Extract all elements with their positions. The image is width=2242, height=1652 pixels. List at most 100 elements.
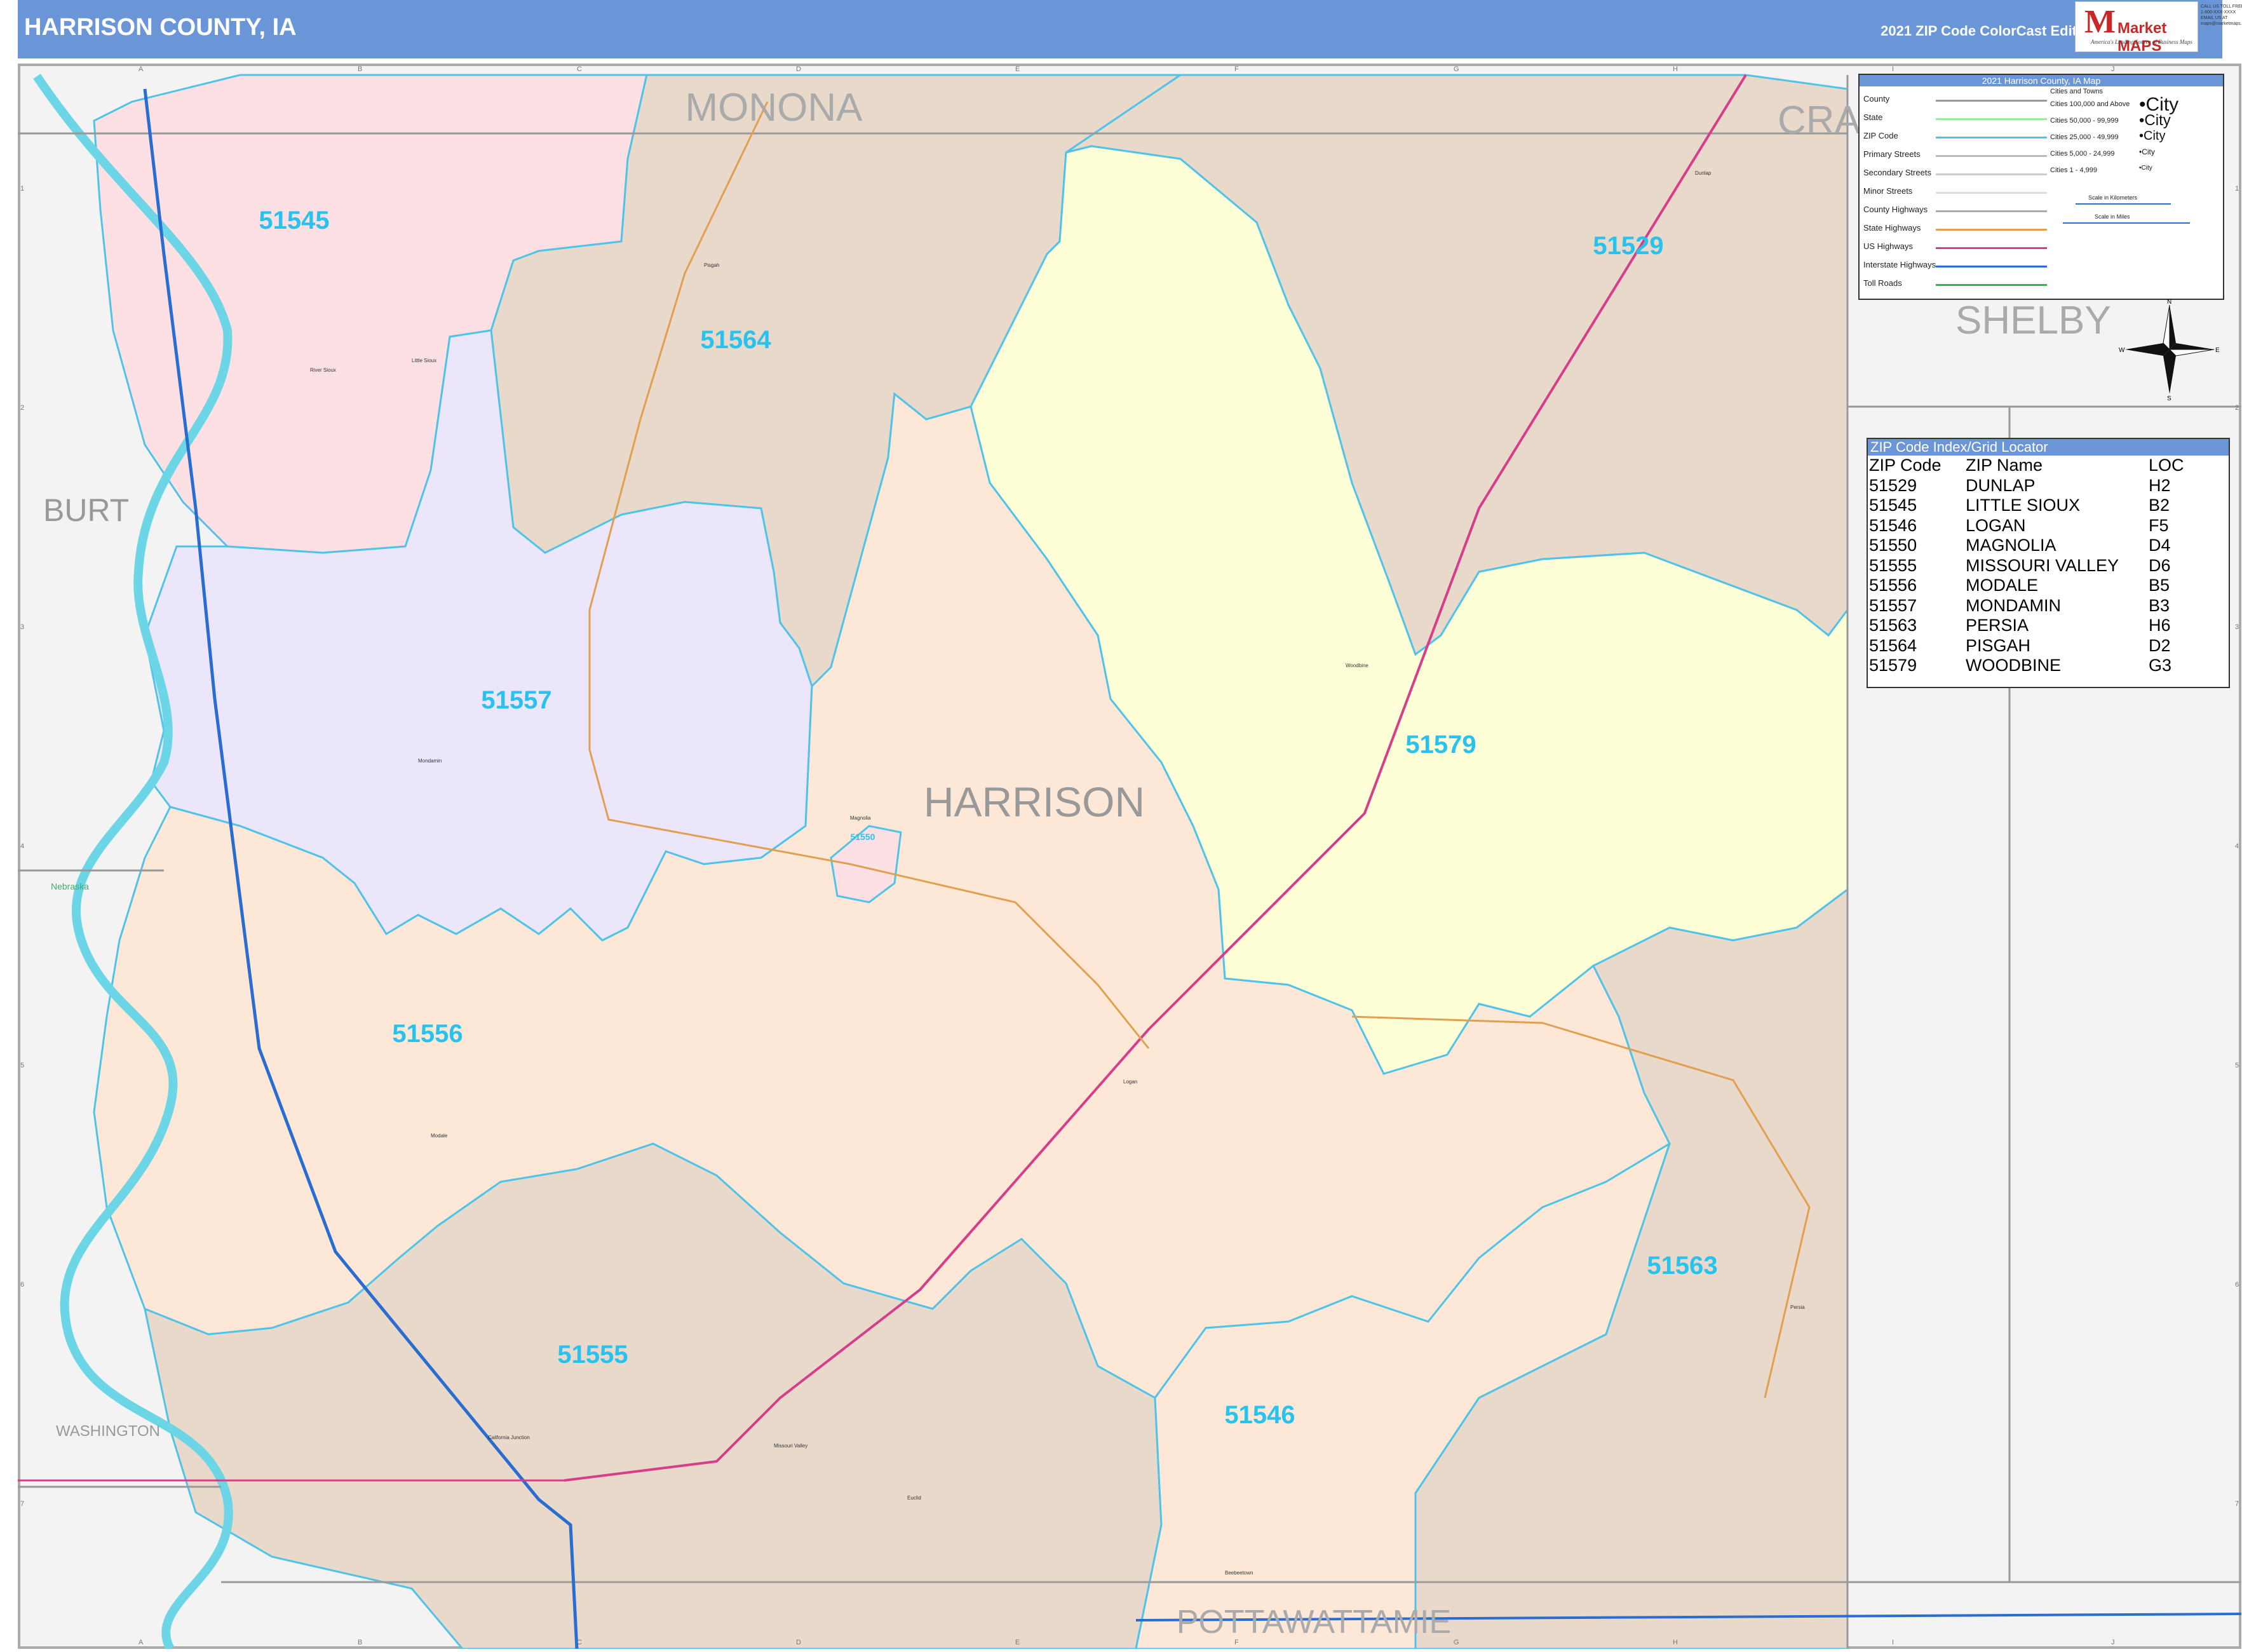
town-missouri-valley: Missouri Valley: [774, 1443, 807, 1449]
legend-city-class: Cities 1 - 4,999: [2050, 166, 2097, 174]
zip-index-loc: D4: [2149, 536, 2171, 555]
legend-item-label: Toll Roads: [1863, 278, 1902, 288]
county-map[interactable]: AABBCCDDEEFFGGHHIIJJ 1 12 23 34 45 56 67 7 MONO…: [18, 64, 2241, 1649]
legend-city-sample: •City: [2139, 164, 2152, 172]
zip-index-name: PERSIA: [1966, 616, 2029, 635]
scale-bar-mi: [2063, 222, 2190, 224]
grid-column-label: H: [1673, 65, 1678, 73]
grid-column-label: B: [358, 1639, 362, 1646]
zip-index-name: MONDAMIN: [1966, 595, 2061, 615]
county-label-pottawattamie: POTTAWATTAMIE: [1177, 1604, 1451, 1641]
legend-item-label: ZIP Code: [1863, 131, 1898, 140]
legend-item-label: County Highways: [1863, 205, 1928, 214]
zip-index-header: LOC: [2149, 456, 2184, 475]
county-label-shelby: SHELBY: [1955, 299, 2111, 342]
county-label-burt: BURT: [43, 492, 129, 528]
zip-index-title: ZIP Code Index/Grid Locator: [1868, 439, 2229, 456]
grid-row-label: 4: [20, 843, 24, 850]
grid-row-label: 5: [2235, 1062, 2239, 1069]
town-modale: Modale: [431, 1133, 448, 1139]
zip-index-loc: D2: [2149, 635, 2171, 655]
legend-item-label: Primary Streets: [1863, 149, 1921, 159]
county-label-monona: MONONA: [685, 86, 863, 130]
zip-index-loc: F5: [2149, 515, 2169, 535]
legend-scale-mi: Scale in Miles: [2095, 213, 2130, 220]
town-dunlap: Dunlap: [1695, 170, 1712, 176]
compass-rose-icon: N S E W: [2119, 299, 2220, 400]
legend-city-class: Cities 25,000 - 49,999: [2050, 133, 2119, 141]
zip-index-code: 51563: [1869, 616, 1917, 635]
town-mondamin: Mondamin: [418, 758, 442, 764]
zip-label-51545: 51545: [259, 207, 329, 234]
zip-index-row: 51545 LITTLE SIOUX B2: [1869, 496, 2184, 516]
grid-row-label: 7: [2235, 1500, 2239, 1508]
grid-column-label: B: [358, 65, 362, 73]
town-river-sioux: River Sioux: [310, 367, 336, 373]
town-california-junction: California Junction: [488, 1435, 530, 1440]
grid-column-label: C: [577, 65, 582, 73]
grid-column-label: C: [577, 1639, 582, 1646]
grid-row-label: 1: [2235, 185, 2239, 193]
zip-index-code: 51579: [1869, 656, 1917, 675]
zip-code-index: ZIP Code Index/Grid Locator ZIP Code ZIP…: [1867, 438, 2230, 688]
zip-index-name: DUNLAP: [1966, 475, 2036, 495]
zip-label-51556: 51556: [392, 1020, 463, 1048]
zip-index-code: 51546: [1869, 515, 1917, 535]
legend-city-class: Cities 50,000 - 99,999: [2050, 117, 2119, 125]
zip-index-row: 51563 PERSIA H6: [1869, 616, 2184, 636]
legend-item-swatch: [1936, 229, 2047, 231]
zip-index-name: LOGAN: [1966, 515, 2026, 535]
zip-index-name: LITTLE SIOUX: [1966, 496, 2081, 515]
grid-row-label: 3: [2235, 623, 2239, 631]
grid-column-label: J: [2111, 65, 2115, 73]
legend-city-sample: •City: [2139, 112, 2171, 129]
grid-row-label: 3: [20, 623, 24, 631]
town-pisgah: Pisgah: [704, 262, 719, 268]
legend-city-class: Cities 100,000 and Above: [2050, 100, 2130, 108]
legend-city-sample: •City: [2139, 129, 2166, 144]
town-beebeetown: Beebeetown: [1225, 1570, 1253, 1576]
compass-e: E: [2215, 347, 2220, 354]
legend-item-label: US Highways: [1863, 241, 1914, 251]
zip-index-code: 51550: [1869, 536, 1917, 555]
legend-item-swatch: [1936, 247, 2047, 249]
town-persia: Persia: [1790, 1304, 1805, 1310]
grid-column-label: A: [138, 1639, 144, 1646]
legend-title: 2021 Harrison County, IA Map: [1860, 75, 2223, 86]
zip-index-row: 51546 LOGAN F5: [1869, 516, 2184, 536]
grid-row-label: 2: [2235, 404, 2239, 412]
legend-item-swatch: [1936, 137, 2047, 139]
zip-index-loc: B3: [2149, 595, 2170, 615]
zip-index-code: 51557: [1869, 595, 1917, 615]
logo-m-icon: M: [2084, 4, 2116, 40]
zip-index-loc: H6: [2149, 616, 2171, 635]
legend-cities-title: Cities and Towns: [2050, 88, 2103, 95]
legend-item-label: Minor Streets: [1863, 186, 1913, 196]
zip-label-51546: 51546: [1224, 1401, 1295, 1429]
zip-index-row: 51556 MODALE B5: [1869, 576, 2184, 596]
map-header: HARRISON COUNTY, IA 2021 ZIP Code ColorC…: [18, 0, 2222, 58]
legend-item-label: Interstate Highways: [1863, 260, 1936, 269]
legend-item-swatch: [1936, 118, 2047, 120]
legend-item-swatch: [1936, 266, 2047, 267]
contact-line: EMAIL US AT: [2201, 16, 2228, 20]
map-legend: 2021 Harrison County, IA Map County State…: [1858, 74, 2224, 300]
legend-item-label: County: [1863, 94, 1890, 104]
grid-column-label: G: [1454, 1639, 1459, 1646]
town-woodbine: Woodbine: [1346, 663, 1368, 668]
legend-scale-km: Scale in Kilometers: [2088, 194, 2138, 201]
grid-column-label: E: [1015, 65, 1020, 73]
zip-index-header-row: ZIP Code ZIP Name LOC: [1869, 456, 2184, 476]
compass-n: N: [2167, 299, 2171, 306]
zip-label-51579: 51579: [1405, 731, 1476, 759]
legend-item-label: State Highways: [1863, 223, 1921, 233]
zip-index-code: 51556: [1869, 576, 1917, 595]
zip-index-row: 51529 DUNLAP H2: [1869, 476, 2184, 496]
compass-s: S: [2167, 395, 2171, 400]
zip-label-51550: 51550: [851, 832, 875, 842]
grid-row-label: 6: [2235, 1281, 2239, 1289]
grid-row-label: 7: [20, 1500, 24, 1508]
town-magnolia: Magnolia: [850, 815, 871, 821]
legend-item-swatch: [1936, 210, 2047, 212]
grid-row-label: 1: [20, 185, 24, 193]
